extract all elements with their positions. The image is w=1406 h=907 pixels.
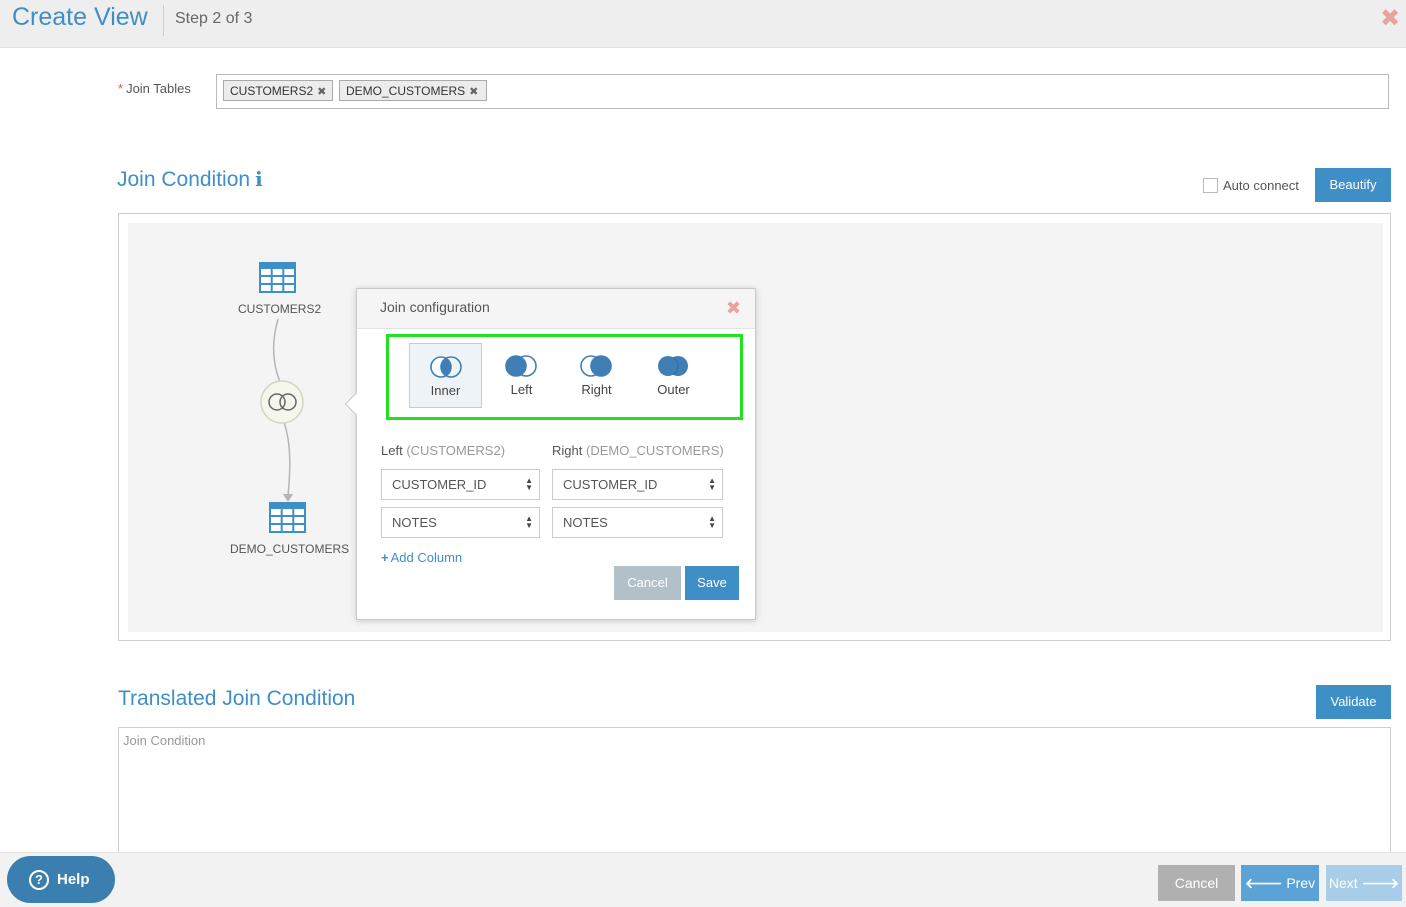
step-indicator: Step 2 of 3 [175, 10, 253, 27]
question-icon: ? [29, 870, 49, 890]
join-tables-input[interactable]: CUSTOMERS2 ✖ DEMO_CUSTOMERS ✖ [216, 74, 1389, 109]
table-tag-label: DEMO_CUSTOMERS [346, 84, 466, 98]
select-caret-icon: ▲ ▼ [525, 514, 533, 530]
join-type-label: Right [581, 382, 612, 397]
help-button[interactable]: ? Help [7, 856, 115, 903]
join-type-outer[interactable]: Outer [637, 343, 710, 408]
join-type-left[interactable]: Left [485, 343, 558, 408]
popup-cancel-button[interactable]: Cancel [614, 566, 681, 600]
join-type-label: Left [510, 382, 533, 397]
prev-label: Prev [1286, 875, 1316, 891]
close-icon[interactable]: ✖ [1380, 4, 1400, 33]
left-header-label: Left [381, 443, 403, 458]
select-value: CUSTOMER_ID [563, 477, 658, 492]
help-label: Help [57, 871, 90, 888]
popup-header: Join configuration ✖ [357, 289, 755, 329]
cancel-button[interactable]: Cancel [1158, 865, 1235, 901]
add-column-link[interactable]: + Add Column [381, 550, 462, 565]
left-column-header: Left (CUSTOMERS2) [381, 443, 505, 458]
info-icon[interactable]: i [255, 167, 263, 191]
header-divider [163, 5, 164, 36]
right-header-label: Right [552, 443, 583, 458]
select-value: CUSTOMER_ID [392, 477, 487, 492]
join-condition-textarea[interactable]: Join Condition [118, 727, 1391, 867]
join-type-right[interactable]: Right [560, 343, 633, 408]
join-type-inner[interactable]: Inner [409, 343, 482, 408]
left-table-name: (CUSTOMERS2) [406, 443, 506, 458]
left-column-select[interactable]: CUSTOMER_ID ▲ ▼ [381, 469, 540, 500]
popup-title: Join configuration [380, 299, 490, 315]
checkbox-icon[interactable] [1203, 178, 1218, 193]
dialog-footer: ? Help Cancel 🡐 Prev Next 🡒 [0, 852, 1406, 907]
table-node-left-label[interactable]: CUSTOMERS2 [238, 302, 321, 316]
beautify-button[interactable]: Beautify [1315, 168, 1391, 202]
left-join-icon [505, 355, 537, 377]
inner-join-icon [430, 356, 462, 378]
next-button[interactable]: Next 🡒 [1326, 865, 1402, 901]
join-tables-label-text: Join Tables [126, 81, 191, 96]
translated-join-condition-title: Translated Join Condition [118, 687, 356, 710]
table-tag-customers2: CUSTOMERS2 ✖ [223, 80, 333, 101]
join-condition-title: Join Condition i [117, 167, 263, 192]
join-tables-label: * Join Tables [118, 81, 191, 96]
join-condition-title-text: Join Condition [117, 168, 251, 191]
dialog-header: Create View Step 2 of 3 ✖ [0, 0, 1406, 48]
table-tag-demo-customers: DEMO_CUSTOMERS ✖ [339, 80, 487, 101]
outer-join-icon [658, 356, 688, 376]
join-type-selector: Inner Left Right Outer [386, 334, 743, 420]
remove-tag-icon[interactable]: ✖ [469, 86, 478, 98]
table-node-right-label[interactable]: DEMO_CUSTOMERS [230, 542, 349, 556]
select-caret-icon: ▲ ▼ [708, 514, 716, 530]
right-join-icon [580, 355, 612, 377]
validate-button[interactable]: Validate [1316, 685, 1391, 719]
table-tag-label: CUSTOMERS2 [230, 84, 314, 98]
right-column-header: Right (DEMO_CUSTOMERS) [552, 443, 724, 458]
remove-tag-icon[interactable]: ✖ [317, 86, 326, 98]
right-table-name: (DEMO_CUSTOMERS) [585, 443, 724, 458]
arrow-right-icon: 🡒 [1361, 875, 1400, 891]
select-value: NOTES [563, 515, 608, 530]
add-column-label: Add Column [390, 550, 463, 565]
dialog-title: Create View [12, 3, 148, 31]
popup-save-button[interactable]: Save [685, 566, 739, 600]
select-caret-icon: ▲ ▼ [708, 476, 716, 492]
prev-button[interactable]: 🡐 Prev [1241, 865, 1319, 901]
required-mark: * [118, 81, 124, 96]
next-label: Next [1328, 875, 1358, 891]
select-value: NOTES [392, 515, 437, 530]
plus-icon: + [381, 550, 389, 565]
join-type-label: Outer [657, 382, 690, 397]
left-column-select[interactable]: NOTES ▲ ▼ [381, 507, 540, 538]
join-config-popup: Join configuration ✖ Inner Left Right Ou… [344, 288, 756, 620]
join-type-label: Inner [430, 383, 461, 398]
auto-connect-label: Auto connect [1223, 178, 1299, 193]
right-column-select[interactable]: NOTES ▲ ▼ [552, 507, 723, 538]
arrow-left-icon: 🡐 [1244, 875, 1283, 891]
close-icon[interactable]: ✖ [726, 298, 741, 319]
auto-connect-checkbox[interactable]: Auto connect [1203, 178, 1299, 193]
right-column-select[interactable]: CUSTOMER_ID ▲ ▼ [552, 469, 723, 500]
select-caret-icon: ▲ ▼ [525, 476, 533, 492]
